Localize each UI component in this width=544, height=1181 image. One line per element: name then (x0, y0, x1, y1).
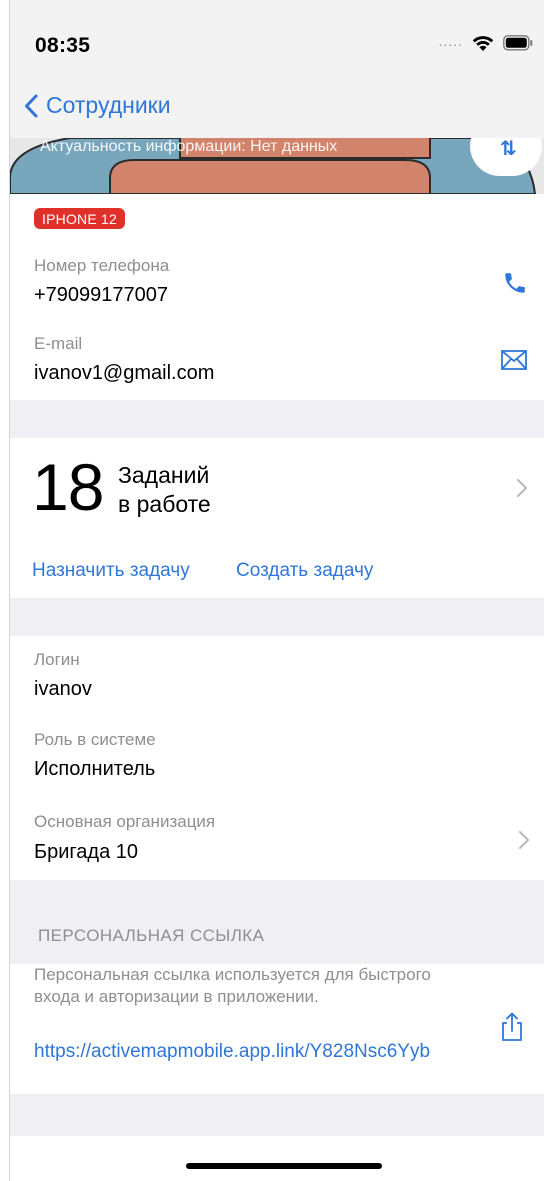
organization-label: Основная организация (34, 812, 216, 831)
battery-icon (503, 35, 533, 51)
email-button[interactable] (501, 350, 527, 375)
status-time: 08:35 (35, 34, 91, 57)
device-badge: IPHONE 12 (34, 208, 125, 229)
back-button[interactable]: Сотрудники (24, 92, 171, 119)
role-value: Исполнитель (34, 758, 156, 780)
create-task-link[interactable]: Создать задачу (236, 560, 373, 582)
signal-dots-icon: ..... (438, 33, 463, 49)
email-value[interactable]: ivanov1@gmail.com (34, 362, 214, 385)
sync-icon: ⇅ (500, 138, 517, 160)
envelope-icon (501, 350, 527, 374)
tasks-caption-line1: Заданий (118, 462, 210, 488)
wifi-icon (471, 34, 495, 52)
status-icons: ..... (438, 33, 533, 52)
profile-hero: Актуальность информации: Нет данных ⇅ (10, 138, 544, 194)
back-button-label: Сотрудники (46, 92, 171, 118)
login-label: Логин (34, 650, 80, 669)
info-freshness-text: Актуальность информации: Нет данных (40, 138, 338, 155)
personal-link-header: ПЕРСОНАЛЬНАЯ ССЫЛКА (38, 926, 265, 945)
login-value: ivanov (34, 678, 92, 700)
phone-value[interactable]: +79099177007 (34, 284, 168, 307)
role-label: Роль в системе (34, 730, 156, 749)
tasks-count-caption: Заданий в работе (118, 461, 211, 519)
navigation-bar: Сотрудники (10, 80, 544, 138)
phone-call-button[interactable] (502, 270, 528, 301)
tasks-chevron-right-icon[interactable] (516, 474, 528, 505)
section-separator (10, 400, 544, 438)
tasks-caption-line2: в работе (118, 490, 211, 517)
organization-value[interactable]: Бригада 10 (34, 841, 138, 864)
share-icon (500, 1012, 524, 1046)
section-separator (10, 598, 544, 636)
personal-link-url[interactable]: https://activemapmobile.app.link/Y828Nsc… (34, 1040, 434, 1065)
tasks-count[interactable]: 18 (32, 454, 104, 520)
section-separator (10, 1094, 544, 1136)
status-bar: 08:35 ..... (10, 0, 544, 80)
organization-chevron-right-icon[interactable] (518, 826, 530, 857)
section-header-background (10, 880, 544, 964)
personal-link-description: Персональная ссылка используется для быс… (34, 965, 431, 1007)
email-label: E-mail (34, 334, 83, 353)
phone-icon (502, 273, 528, 300)
share-link-button[interactable] (500, 1012, 524, 1047)
assign-task-link[interactable]: Назначить задачу (32, 560, 190, 582)
screen: 08:35 ..... Сотрудники Актуальность инфо… (9, 0, 544, 1181)
chevron-left-icon (24, 94, 38, 118)
home-indicator[interactable] (186, 1163, 382, 1169)
phone-label: Номер телефона (34, 256, 170, 275)
